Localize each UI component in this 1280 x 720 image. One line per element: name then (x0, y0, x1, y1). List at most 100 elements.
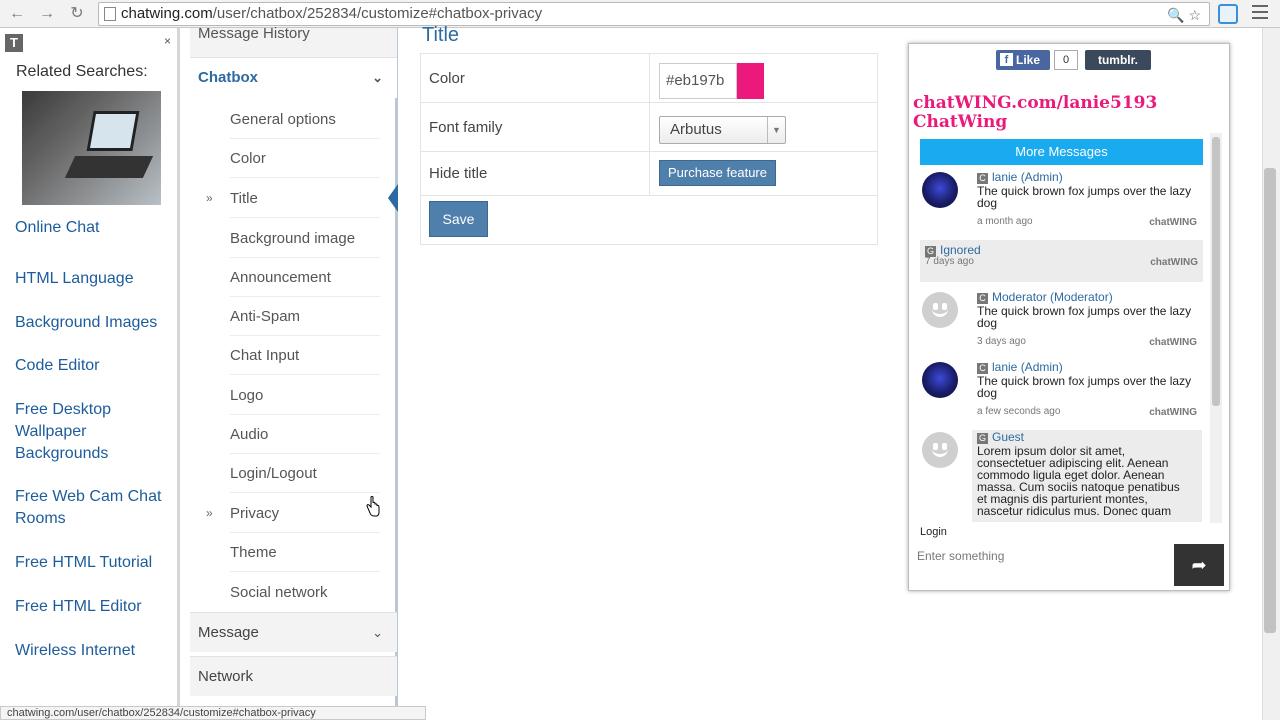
color-input[interactable]: #eb197b (659, 63, 737, 99)
settings-side-menu: Message History Chatbox ⌄ General option… (190, 26, 398, 720)
chevron-down-icon: ⌄ (372, 70, 383, 85)
avatar[interactable] (922, 362, 958, 398)
menu-item-anti-spam[interactable]: Anti-Spam (230, 297, 380, 336)
active-pointer (388, 184, 398, 212)
menu-item-general-options[interactable]: General options (230, 100, 380, 139)
message-author[interactable]: lanie (Admin) (992, 170, 1063, 184)
hide-title-row: Hide title Purchase feature (421, 152, 877, 196)
related-link-free-html-tutorial[interactable]: Free HTML Tutorial (15, 552, 175, 574)
menu-header-message[interactable]: Message ⌄ (190, 612, 397, 652)
menu-header-network[interactable]: Network (190, 656, 397, 696)
message-author[interactable]: lanie (Admin) (992, 360, 1063, 374)
dropdown-arrow-icon: ▼ (767, 117, 785, 143)
badge-icon: C (977, 173, 988, 184)
menu-item-background-image[interactable]: Background image (230, 219, 380, 258)
chat-message-input[interactable]: Enter something (910, 544, 1172, 586)
message-author[interactable]: Moderator (Moderator) (992, 290, 1113, 304)
menu-item-audio[interactable]: Audio (230, 415, 380, 454)
related-link-free-web-cam-chat[interactable]: Free Web Cam Chat Rooms (15, 486, 175, 530)
extension-icon[interactable] (1218, 4, 1238, 24)
toolbar-t-icon[interactable]: T (5, 34, 23, 52)
avatar[interactable] (922, 432, 958, 468)
color-row: Color #eb197b (421, 54, 877, 103)
facebook-like-button[interactable]: f Like (996, 50, 1050, 70)
menu-item-message-history[interactable]: Message History (190, 26, 397, 58)
related-link-free-html-editor[interactable]: Free HTML Editor (15, 596, 175, 618)
login-link[interactable]: Login (920, 526, 947, 538)
related-link-background-images[interactable]: Background Images (15, 312, 175, 334)
related-link-free-desktop-wallpaper[interactable]: Free Desktop Wallpaper Backgrounds (15, 399, 175, 465)
chevron-down-icon: ⌄ (372, 625, 383, 640)
chat-message: Clanie (Admin) The quick brown fox jumps… (920, 170, 1203, 232)
reload-icon[interactable]: ↻ (66, 3, 88, 25)
settings-table: Color #eb197b Font family Arbutus ▼ Hide… (420, 53, 878, 245)
color-label: Color (429, 70, 465, 87)
message-author[interactable]: Guest (992, 430, 1024, 444)
forward-icon[interactable]: → (36, 3, 58, 25)
active-item-arrow-icon: » (206, 191, 213, 205)
related-link-online-chat[interactable]: Online Chat (15, 217, 175, 239)
hover-item-arrow-icon: » (206, 506, 213, 520)
menu-item-title[interactable]: Title (230, 179, 380, 218)
message-brand: chatWING (1149, 337, 1197, 348)
related-link-code-editor[interactable]: Code Editor (15, 355, 175, 377)
message-time: 7 days ago (925, 256, 974, 267)
related-searches-pane: T × Related Searches: Online Chat HTML L… (0, 28, 180, 720)
message-time: 3 days ago (977, 336, 1026, 347)
browser-toolbar: ← → ↻ chatwing.com/user/chatbox/252834/c… (0, 0, 1280, 28)
more-messages-button[interactable]: More Messages (920, 139, 1203, 165)
message-brand: chatWING (1149, 407, 1197, 418)
section-title: Title (422, 24, 460, 46)
related-searches-title: Related Searches: (16, 63, 148, 80)
menu-item-theme[interactable]: Theme (230, 533, 380, 572)
font-label: Font family (429, 119, 503, 136)
settings-main: Title Color #eb197b Font family Arbutus … (400, 24, 900, 720)
message-time: a few seconds ago (977, 406, 1061, 417)
close-icon[interactable]: × (164, 34, 171, 48)
message-brand: chatWING (1149, 217, 1197, 228)
hand-cursor-icon (366, 496, 380, 517)
font-row: Font family Arbutus ▼ (421, 103, 877, 152)
font-family-select[interactable]: Arbutus ▼ (659, 116, 786, 144)
menu-item-social-network[interactable]: Social network (230, 573, 380, 612)
page-icon (104, 7, 116, 21)
save-button[interactable]: Save (429, 201, 488, 237)
address-bar[interactable]: chatwing.com/user/chatbox/252834/customi… (98, 2, 1210, 26)
tumblr-button[interactable]: tumblr. (1085, 50, 1151, 70)
menu-item-privacy[interactable]: Privacy (230, 494, 380, 533)
message-text: The quick brown fox jumps over the lazy d… (977, 374, 1192, 400)
chatbox-preview: f Like 0 tumblr. chatWING.com/lanie5193 Ch… (908, 43, 1230, 591)
menu-item-chat-input[interactable]: Chat Input (230, 336, 380, 375)
chat-message: C Moderator (Moderator) The quick brown f… (920, 290, 1203, 352)
message-text: Lorem ipsum dolor sit amet, consectetuer… (977, 444, 1180, 518)
color-swatch[interactable] (737, 63, 764, 99)
menu-icon[interactable] (1252, 5, 1268, 21)
menu-item-login-logout[interactable]: Login/Logout (230, 454, 380, 493)
star-icon[interactable]: ☆ (1188, 7, 1201, 23)
url-path: /user/chatbox/252834/customize#chatbox-p… (212, 5, 543, 22)
related-link-wireless-internet[interactable]: Wireless Internet (15, 640, 175, 662)
purchase-feature-button[interactable]: Purchase feature (659, 160, 776, 186)
message-text: The quick brown fox jumps over the lazy d… (977, 184, 1192, 210)
send-icon[interactable]: ➦ (1174, 544, 1224, 586)
menu-header-chatbox[interactable]: Chatbox ⌄ (190, 58, 397, 98)
badge-icon: G (977, 433, 988, 444)
message-author[interactable]: Ignored (940, 243, 981, 257)
chat-message: Clanie (Admin) The quick brown fox jumps… (920, 360, 1203, 422)
like-count: 0 (1054, 50, 1078, 70)
zoom-icon[interactable]: 🔍 (1167, 7, 1184, 23)
menu-item-logo[interactable]: Logo (230, 376, 380, 415)
url-domain: chatwing.com (121, 5, 213, 22)
chat-scroll-thumb[interactable] (1212, 137, 1220, 406)
menu-item-announcement[interactable]: Announcement (230, 258, 380, 297)
page-scroll-thumb[interactable] (1264, 168, 1276, 633)
back-icon[interactable]: ← (6, 3, 28, 25)
menu-item-color[interactable]: Color (230, 139, 380, 178)
status-bar-url: chatwing.com/user/chatbox/252834/customi… (0, 706, 426, 720)
avatar[interactable] (922, 172, 958, 208)
related-link-html-language[interactable]: HTML Language (15, 268, 175, 290)
chatbox-title: chatWING.com/lanie5193 ChatWing (913, 93, 1158, 132)
related-photo[interactable] (22, 91, 161, 205)
avatar[interactable] (922, 292, 958, 328)
save-row: Save (421, 196, 877, 244)
